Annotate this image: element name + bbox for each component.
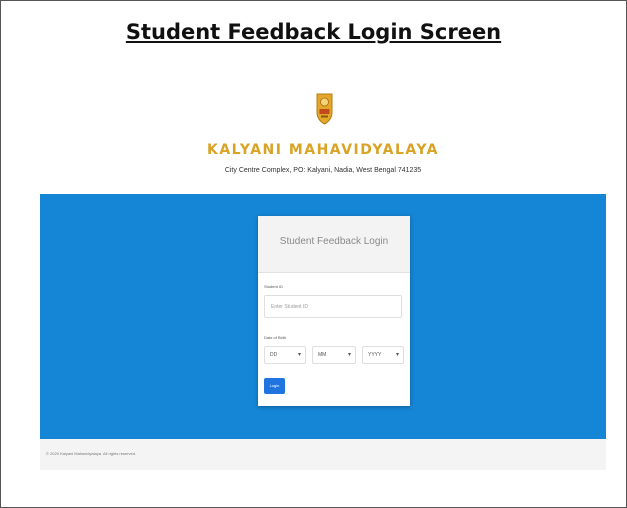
dob-day-select[interactable]: DD ▾ [264, 346, 306, 364]
site-header: KALYANI MAHAVIDYALAYA City Centre Comple… [40, 82, 606, 194]
login-button[interactable]: Login [264, 378, 285, 394]
chevron-down-icon: ▾ [347, 352, 351, 358]
login-title: Student Feedback Login [279, 236, 389, 247]
chevron-down-icon: ▾ [297, 352, 301, 358]
dob-label: Date of Birth [264, 335, 287, 340]
college-emblem-icon [316, 92, 333, 126]
login-card: Student Feedback Login Student ID Enter … [258, 216, 410, 406]
dob-day-value: DD [270, 352, 278, 358]
footer-copyright: © 2020 Kalyani Mahavidyalaya. All rights… [46, 451, 137, 456]
site-footer: © 2020 Kalyani Mahavidyalaya. All rights… [40, 439, 606, 470]
dob-year-value: YYYY [368, 352, 382, 358]
dob-year-select[interactable]: YYYY ▾ [362, 346, 404, 364]
college-address: City Centre Complex, PO: Kalyani, Nadia,… [224, 167, 422, 174]
dob-month-value: MM [318, 352, 327, 358]
student-id-label: Student ID [264, 284, 283, 289]
student-id-placeholder: Enter Student ID [271, 304, 308, 310]
student-id-input[interactable]: Enter Student ID [264, 295, 402, 318]
chevron-down-icon: ▾ [395, 352, 399, 358]
college-name: KALYANI MAHAVIDYALAYA [206, 142, 440, 158]
screen-caption: Student Feedback Login Screen [125, 20, 502, 44]
hero-banner: Student Feedback Login Student ID Enter … [40, 194, 606, 439]
login-page: KALYANI MAHAVIDYALAYA City Centre Comple… [40, 82, 606, 470]
dob-month-select[interactable]: MM ▾ [312, 346, 356, 364]
login-card-header: Student Feedback Login [258, 216, 410, 273]
